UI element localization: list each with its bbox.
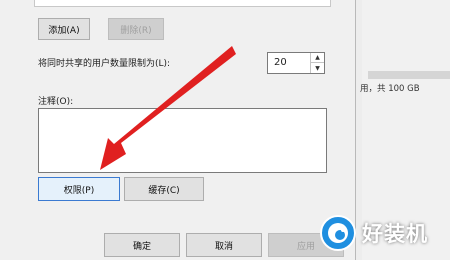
- arrow-icon: [100, 46, 236, 170]
- watermark-logo-icon: [320, 215, 356, 251]
- watermark-text: 好装机: [362, 222, 428, 246]
- watermark: 好装机: [318, 213, 428, 253]
